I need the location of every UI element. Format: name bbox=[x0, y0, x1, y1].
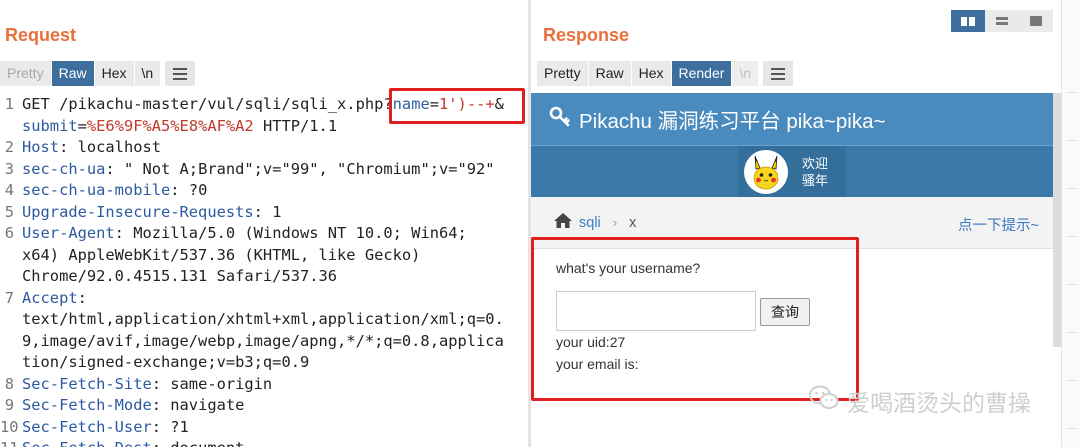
line-number: 11 bbox=[0, 438, 19, 447]
code-text: : document bbox=[152, 439, 245, 447]
header-key: Sec-Fetch-Site bbox=[22, 374, 152, 393]
code-text: : ?1 bbox=[151, 417, 189, 436]
header-key: User-Agent bbox=[22, 224, 115, 242]
code-line: tion/signed-exchange;v=b3;q=0.9 bbox=[0, 352, 528, 374]
tab-pretty[interactable]: Pretty bbox=[0, 61, 51, 86]
line-number: 5 bbox=[4, 202, 14, 221]
code-line: 5 Upgrade-Insecure-Requests: 1 bbox=[0, 202, 528, 224]
tab-pretty[interactable]: Pretty bbox=[537, 61, 588, 86]
code-text: : navigate bbox=[151, 396, 245, 414]
header-key: Sec-Fetch-Mode bbox=[22, 396, 152, 414]
line-number: 8 bbox=[4, 374, 14, 393]
split-columns-icon[interactable] bbox=[951, 10, 985, 32]
code-line: 3 sec-ch-ua: " Not A;Brand";v="99", "Chro… bbox=[0, 159, 528, 181]
request-view-tabs: Pretty Raw Hex \n bbox=[0, 61, 196, 86]
code-text: tion/signed-exchange;v=b3;q=0.9 bbox=[22, 353, 310, 371]
code-text: HTTP/1.1 bbox=[253, 116, 338, 135]
hint-link[interactable]: 点一下提示~ bbox=[958, 214, 1039, 235]
line-number: 1 bbox=[4, 95, 14, 113]
code-text: Chrome/92.0.4515.131 Safari/537.36 bbox=[22, 267, 338, 285]
tab-newline[interactable]: \n bbox=[732, 61, 759, 86]
header-key: Sec-Fetch-Dest bbox=[22, 439, 152, 447]
header-key: sec-ch-ua-mobile bbox=[22, 181, 171, 199]
breadcrumb-link-sqli[interactable]: sqli bbox=[579, 215, 601, 231]
tab-raw[interactable]: Raw bbox=[588, 61, 631, 86]
chevron-right-icon: › bbox=[612, 215, 618, 230]
code-text: : ?0 bbox=[170, 181, 208, 199]
response-pane: Response Pretty Raw Hex Render \n Pikach… bbox=[531, 0, 1063, 447]
header-key: Sec-Fetch-User bbox=[22, 417, 152, 436]
header-key: sec-ch-ua bbox=[22, 159, 106, 178]
request-pane: Request Pretty Raw Hex \n 1 GET /pikachu-… bbox=[0, 0, 528, 447]
home-icon[interactable] bbox=[553, 212, 573, 233]
request-title: Request bbox=[5, 25, 77, 45]
header-key: Upgrade-Insecure-Requests bbox=[22, 202, 254, 221]
code-text: : Mozilla/5.0 (Windows NT 10.0; Win64; bbox=[114, 224, 467, 242]
single-pane-icon[interactable] bbox=[1019, 10, 1053, 32]
code-line: 4 sec-ch-ua-mobile: ?0 bbox=[0, 180, 528, 202]
param-value: %E6%9F%A5%E8%AF%A2 bbox=[86, 116, 254, 135]
line-number: 2 bbox=[4, 138, 14, 156]
side-panel-edge bbox=[1061, 0, 1080, 447]
code-line: 6 User-Agent: Mozilla/5.0 (Windows NT 10.… bbox=[0, 223, 528, 245]
code-text: : same-origin bbox=[151, 374, 273, 393]
code-text: text/html,application/xhtml+xml,applicat… bbox=[22, 310, 504, 328]
code-line: 10 Sec-Fetch-User: ?1 bbox=[0, 417, 528, 439]
tab-hex[interactable]: Hex bbox=[631, 61, 671, 86]
line-number: 10 bbox=[0, 417, 19, 436]
line-number: 4 bbox=[4, 181, 14, 199]
pikachu-avatar bbox=[744, 149, 788, 194]
code-text: : localhost bbox=[59, 138, 162, 156]
line-number: 6 bbox=[4, 224, 14, 242]
code-line: 2 Host: localhost bbox=[0, 137, 528, 159]
code-text: : " Not A;Brand";v="99", "Chromium";v="9… bbox=[105, 159, 495, 178]
layout-toggle bbox=[951, 10, 1053, 32]
watermark: 爱喝酒烫头的曹操 bbox=[809, 384, 1031, 418]
site-header: Pikachu 漏洞练习平台 pika~pika~ bbox=[531, 93, 1053, 145]
tab-render[interactable]: Render bbox=[671, 61, 732, 86]
greeting-line-2: 骚年 bbox=[802, 172, 829, 188]
greeting-line-1: 欢迎 bbox=[802, 155, 829, 171]
watermark-text: 爱喝酒烫头的曹操 bbox=[847, 390, 1031, 416]
payload-highlight-box bbox=[389, 88, 525, 124]
tab-raw[interactable]: Raw bbox=[51, 61, 94, 86]
code-text: 9,image/avif,image/webp,image/apng,*/*;q… bbox=[22, 331, 504, 350]
site-title: Pikachu 漏洞练习平台 pika~pika~ bbox=[579, 110, 886, 133]
breadcrumb-current: x bbox=[629, 214, 637, 231]
param-key: submit bbox=[22, 116, 78, 135]
line-number: 3 bbox=[4, 159, 14, 178]
line-number: 7 bbox=[4, 288, 14, 307]
code-line: 11Sec-Fetch-Dest: document bbox=[0, 438, 528, 447]
tab-newline[interactable]: \n bbox=[134, 61, 161, 86]
request-editor[interactable]: 1 GET /pikachu-master/vul/sqli/sqli_x.php… bbox=[0, 94, 528, 447]
key-icon bbox=[549, 105, 571, 133]
response-title: Response bbox=[543, 25, 630, 45]
response-menu-button[interactable] bbox=[763, 61, 794, 86]
request-menu-button[interactable] bbox=[165, 61, 196, 86]
code-text: GET /pikachu-master/vul/sqli/sqli_x.php bbox=[22, 95, 384, 113]
code-line: x64) AppleWebKit/537.36 (KHTML, like Gec… bbox=[0, 245, 528, 267]
code-line: text/html,application/xhtml+xml,applicat… bbox=[0, 309, 528, 331]
line-number: 9 bbox=[4, 396, 14, 414]
code-line: 9 Sec-Fetch-Mode: navigate bbox=[0, 395, 528, 417]
code-line: 8 Sec-Fetch-Site: same-origin bbox=[0, 374, 528, 396]
result-highlight-box bbox=[531, 237, 859, 401]
code-text: : bbox=[77, 288, 87, 307]
code-line: Chrome/92.0.4515.131 Safari/537.36 bbox=[0, 266, 528, 288]
code-line: 9,image/avif,image/webp,image/apng,*/*;q… bbox=[0, 331, 528, 353]
tab-hex[interactable]: Hex bbox=[94, 61, 134, 86]
split-rows-icon[interactable] bbox=[985, 10, 1019, 32]
response-view-tabs: Pretty Raw Hex Render \n bbox=[537, 61, 794, 86]
user-card[interactable]: 欢迎 骚年 bbox=[738, 145, 846, 198]
wechat-icon bbox=[809, 385, 839, 417]
header-key: Accept bbox=[22, 288, 78, 307]
code-line: 7 Accept: bbox=[0, 288, 528, 310]
header-key: Host bbox=[22, 138, 60, 156]
code-text: x64) AppleWebKit/537.36 (KHTML, like Gec… bbox=[22, 245, 421, 264]
user-bar: 欢迎 骚年 bbox=[531, 145, 1053, 198]
code-text: = bbox=[77, 116, 87, 135]
code-text: : 1 bbox=[253, 202, 282, 221]
